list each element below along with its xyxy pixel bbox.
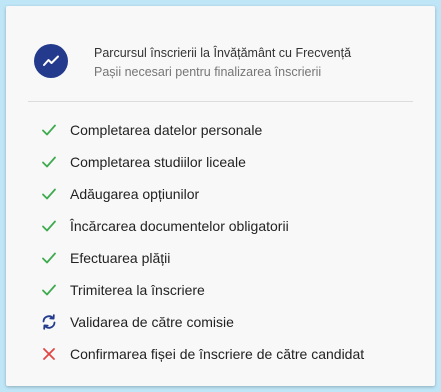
step-label: Adăugarea opțiunilor [70, 186, 200, 202]
step-personal-data: Completarea datelor personale [40, 114, 364, 146]
step-label: Validarea de către comisie [70, 314, 234, 330]
step-add-options: Adăugarea opțiunilor [40, 178, 364, 210]
card-subtitle: Pașii necesari pentru finalizarea înscri… [94, 65, 322, 79]
step-label: Completarea studiilor liceale [70, 154, 246, 170]
step-submit: Trimiterea la înscriere [40, 274, 364, 306]
step-label: Încărcarea documentelor obligatorii [70, 218, 289, 234]
step-label: Trimiterea la înscriere [70, 282, 205, 298]
steps-list: Completarea datelor personale Completare… [40, 114, 364, 370]
step-high-school-studies: Completarea studiilor liceale [40, 146, 364, 178]
step-upload-documents: Încărcarea documentelor obligatorii [40, 210, 364, 242]
card-header: Parcursul înscrierii la Învățământ cu Fr… [28, 42, 413, 102]
check-icon [40, 185, 58, 203]
step-candidate-confirmation: Confirmarea fișei de înscriere de către … [40, 338, 364, 370]
check-icon [40, 281, 58, 299]
card-title: Parcursul înscrierii la Învățământ cu Fr… [94, 46, 352, 60]
sync-icon [40, 313, 58, 331]
step-label: Completarea datelor personale [70, 122, 263, 138]
trending-up-icon [34, 44, 68, 78]
step-committee-validation: Validarea de către comisie [40, 306, 364, 338]
check-icon [40, 121, 58, 139]
check-icon [40, 249, 58, 267]
close-icon [40, 345, 58, 363]
check-icon [40, 153, 58, 171]
check-icon [40, 217, 58, 235]
step-label: Confirmarea fișei de înscriere de către … [70, 346, 365, 362]
enrollment-progress-card: Parcursul înscrierii la Învățământ cu Fr… [6, 6, 435, 386]
step-payment: Efectuarea plății [40, 242, 364, 274]
step-label: Efectuarea plății [70, 250, 171, 266]
